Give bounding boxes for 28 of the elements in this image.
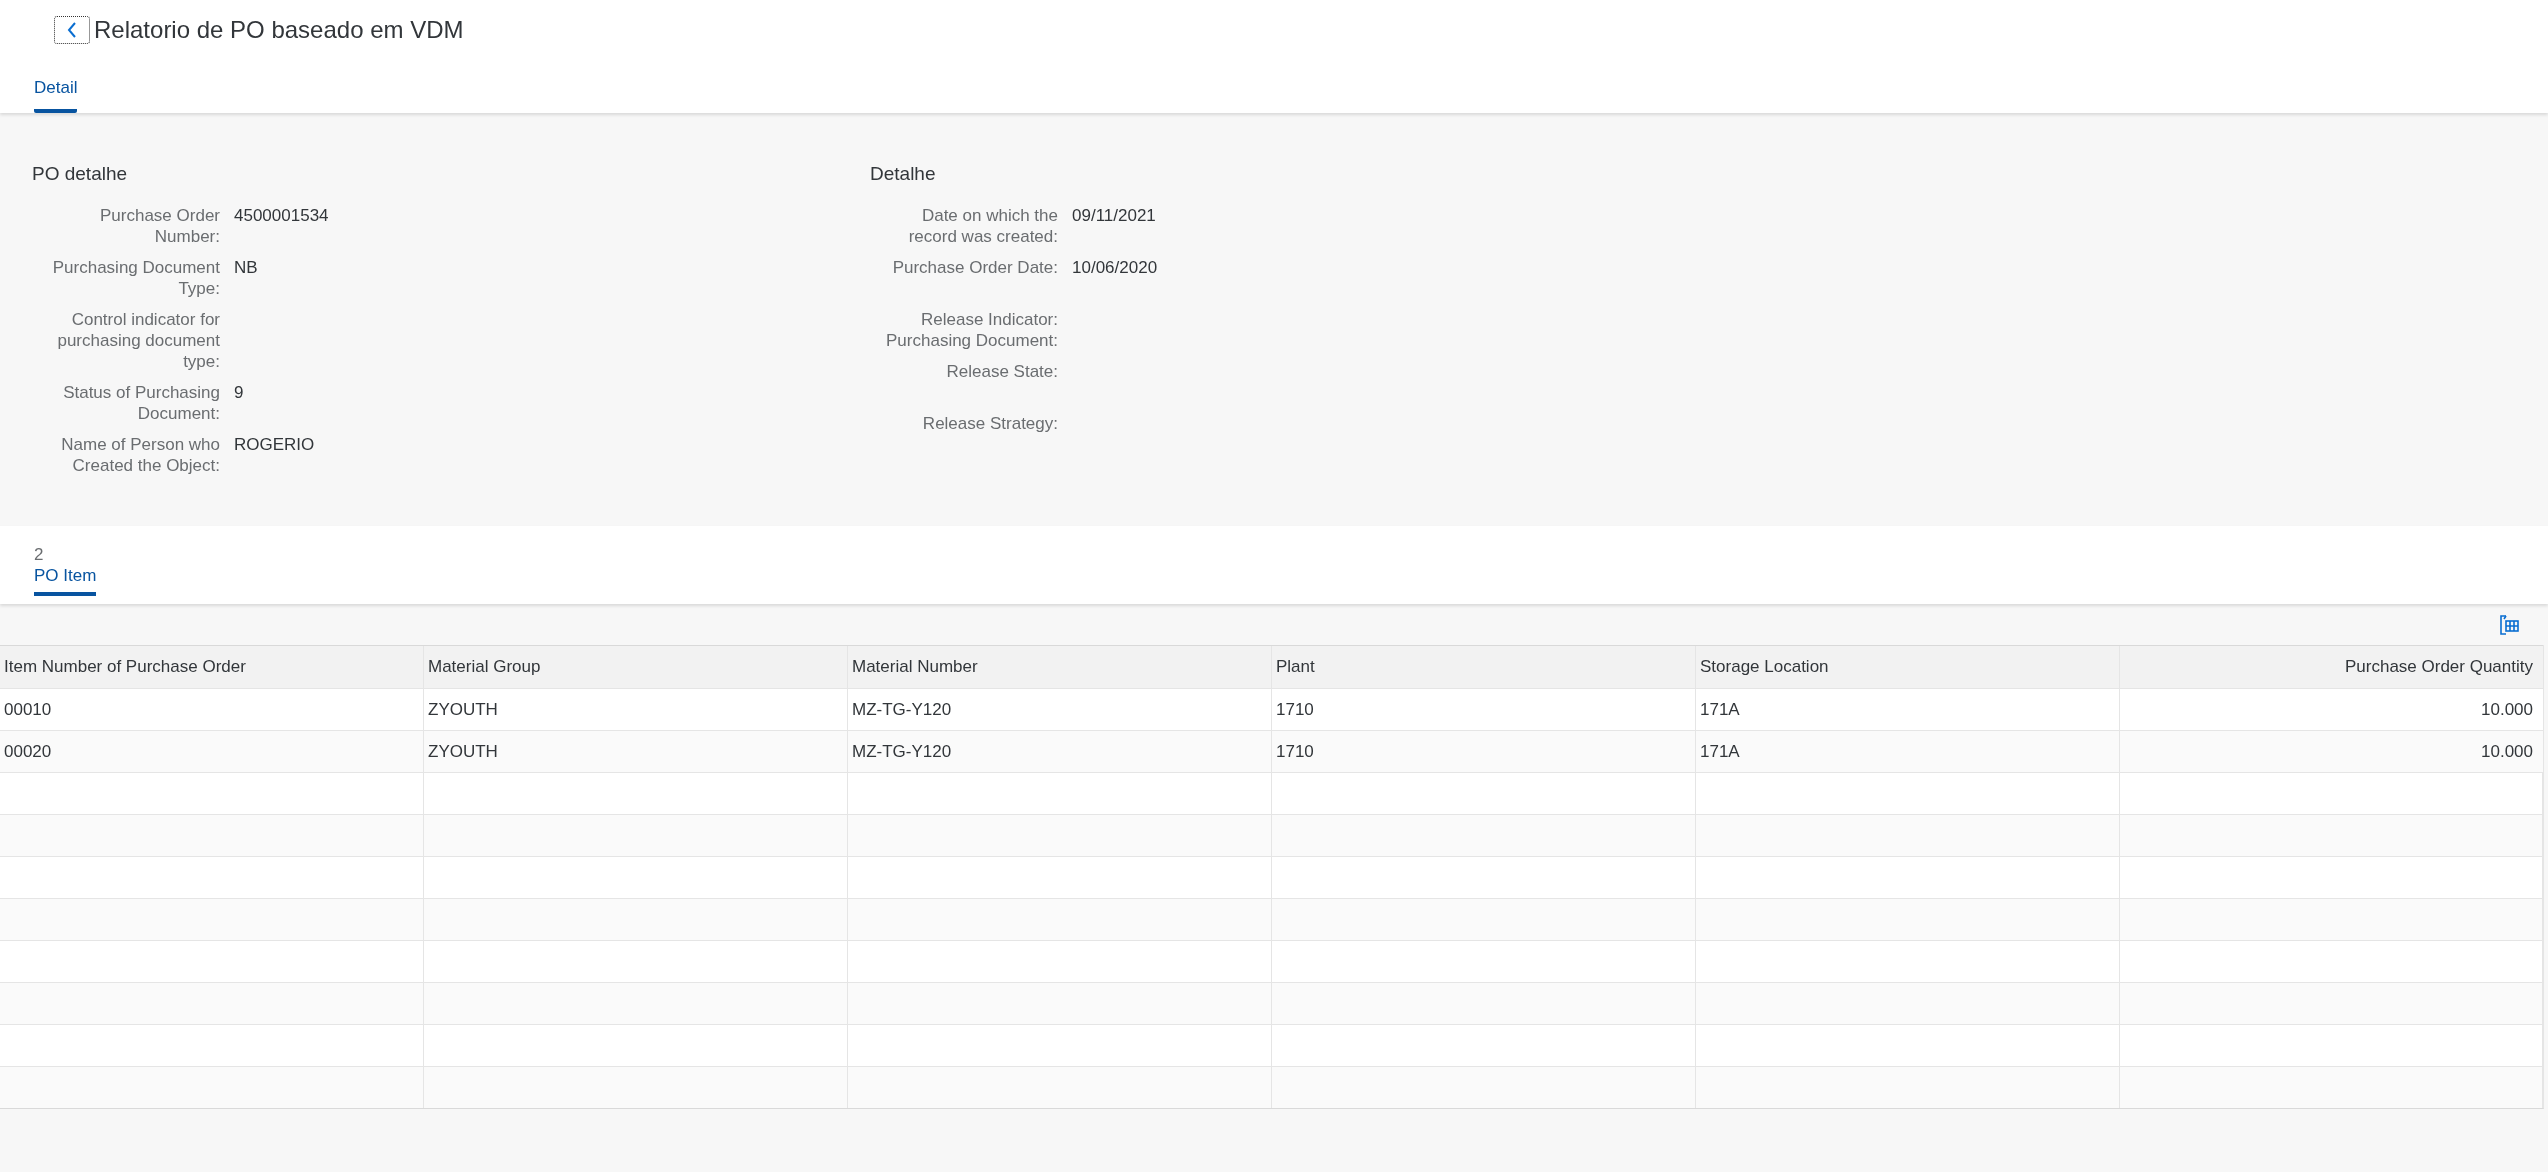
field-label: Control indicator for purchasing document type:	[56, 309, 220, 372]
section-title: Detalhe	[870, 163, 937, 185]
field-value: NB	[234, 257, 258, 279]
field-label: Release Indicator: Purchasing Document:	[885, 309, 1058, 351]
field-value: ROGERIO	[234, 434, 315, 456]
table-cell-text: 10.000	[2480, 740, 2534, 763]
spreadsheet-export-icon	[2498, 613, 2520, 636]
detail-tab[interactable]: Detail	[34, 78, 78, 113]
page-title: Relatorio de PO baseado em VDM	[94, 16, 464, 44]
chevron-left-icon	[66, 21, 78, 39]
field-label: Date on which the record was created:	[907, 205, 1058, 247]
field-label: Name of Person who Created the Object:	[60, 434, 220, 476]
field-label: Purchasing Document Type:	[51, 257, 220, 299]
field-value: 9	[234, 382, 244, 404]
export-spreadsheet-button[interactable]	[2498, 613, 2520, 636]
field-label: Release State:	[945, 361, 1058, 383]
table-cell-text: 10.000	[2480, 698, 2534, 721]
po-item-tab[interactable]: 2 PO Item	[34, 544, 97, 596]
field-value: 4500001534	[234, 205, 329, 227]
field-label: Status of Purchasing Document:	[62, 382, 220, 424]
field-value: 10/06/2020	[1072, 257, 1158, 279]
back-button[interactable]	[54, 16, 90, 44]
field-label: Purchase Order Number:	[99, 205, 220, 247]
section-title: PO detalhe	[32, 163, 129, 185]
field-value: 09/11/2021	[1072, 205, 1156, 227]
field-label: Release Strategy:	[921, 413, 1058, 435]
column-header[interactable]: Purchase Order Quantity	[2120, 646, 2543, 688]
field-label: Purchase Order Date:	[891, 257, 1058, 279]
